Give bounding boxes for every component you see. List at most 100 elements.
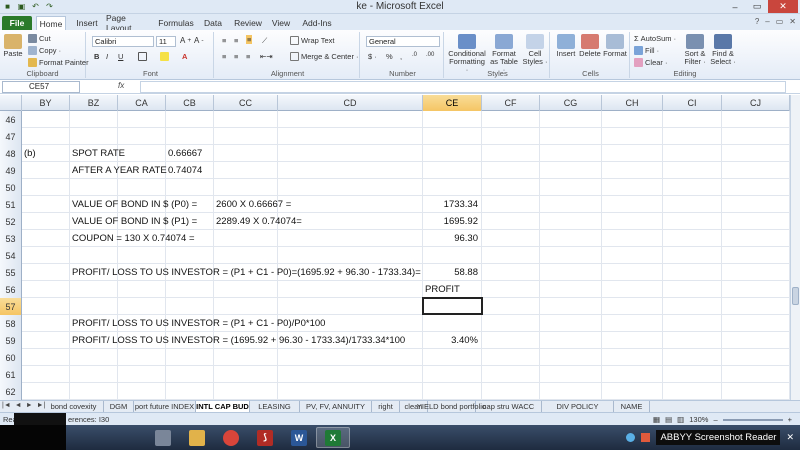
grid-cell[interactable] <box>22 298 70 315</box>
grid-cell[interactable] <box>22 230 70 247</box>
grid-cell[interactable] <box>214 162 278 179</box>
cell-by48[interactable]: (b) <box>24 145 36 162</box>
grid-cell[interactable] <box>423 162 482 179</box>
grid-cell[interactable] <box>722 145 790 162</box>
column-header-ci[interactable]: CI <box>663 95 722 111</box>
conditional-formatting-button[interactable]: Conditional Formatting · <box>448 34 486 74</box>
zoom-in-icon[interactable]: + <box>788 415 792 424</box>
row-header[interactable]: 53 <box>0 230 22 247</box>
grid-cell[interactable] <box>214 111 278 128</box>
grid-cell[interactable] <box>423 111 482 128</box>
grid-cell[interactable] <box>423 315 482 332</box>
grid-cell[interactable] <box>540 247 602 264</box>
grid-cell[interactable] <box>602 366 663 383</box>
tab-home[interactable]: Home <box>36 16 66 30</box>
grid-cell[interactable] <box>423 145 482 162</box>
grid-cell[interactable] <box>602 349 663 366</box>
grid-cell[interactable] <box>423 298 482 315</box>
grid-cell[interactable] <box>166 298 214 315</box>
grid-cell[interactable] <box>70 349 118 366</box>
select-all-corner[interactable] <box>0 95 22 111</box>
grid-cell[interactable] <box>278 145 423 162</box>
cut-button[interactable]: Cut <box>28 34 51 43</box>
grid-cell[interactable] <box>423 247 482 264</box>
grid-cell[interactable] <box>22 264 70 281</box>
grid-cell[interactable] <box>663 179 722 196</box>
grid-cell[interactable] <box>540 298 602 315</box>
grid-cell[interactable] <box>663 196 722 213</box>
grow-font-icon[interactable]: A + <box>180 36 191 45</box>
tray-app-icon[interactable] <box>626 433 636 442</box>
grid-cell[interactable] <box>214 349 278 366</box>
cell-ce51[interactable]: 1733.34 <box>423 196 478 213</box>
sheet-tab[interactable]: bond covexity <box>44 401 104 412</box>
grid-cell[interactable] <box>482 366 540 383</box>
grid-cell[interactable] <box>482 264 540 281</box>
grid-cell[interactable] <box>214 247 278 264</box>
grid-cell[interactable] <box>166 281 214 298</box>
number-format-combo[interactable]: General <box>366 36 440 47</box>
sheet-tab[interactable]: YIELD bond portfolio <box>417 401 486 412</box>
grid-cell[interactable] <box>22 383 70 400</box>
grid-cell[interactable] <box>540 196 602 213</box>
grid-cell[interactable] <box>602 247 663 264</box>
grid-cell[interactable] <box>214 383 278 400</box>
normal-view-icon[interactable]: ▦ <box>653 415 660 424</box>
grid-cell[interactable] <box>602 145 663 162</box>
cell-bz55[interactable]: PROFIT/ LOSS TO US INVESTOR = (P1 + C1 -… <box>72 264 421 281</box>
indent-icon[interactable]: ⇤⇥ <box>260 52 273 61</box>
row-header[interactable]: 47 <box>0 128 22 145</box>
sheet-tab[interactable]: right <box>372 401 400 412</box>
formula-input[interactable] <box>140 81 786 93</box>
cell-ce52[interactable]: 1695.92 <box>423 213 478 230</box>
increase-decimal-icon[interactable]: .0 <box>412 52 417 58</box>
column-header-by[interactable]: BY <box>22 95 70 111</box>
column-header-cb[interactable]: CB <box>166 95 214 111</box>
grid-cell[interactable] <box>166 111 214 128</box>
grid-cell[interactable] <box>278 230 423 247</box>
row-header[interactable]: 50 <box>0 179 22 196</box>
cell-cc52[interactable]: 2289.49 X 0.74074= <box>216 213 302 230</box>
align-middle-icon[interactable]: ≡ <box>234 36 238 45</box>
grid-cell[interactable] <box>22 349 70 366</box>
first-sheet-icon[interactable]: |◄ <box>2 402 11 409</box>
cell-cb49[interactable]: 0.74074 <box>168 162 202 179</box>
cell-bz53[interactable]: COUPON = 130 X 0.74074 = <box>72 230 195 247</box>
fill-color-icon[interactable] <box>160 52 169 61</box>
grid-cell[interactable] <box>166 366 214 383</box>
grid-cell[interactable] <box>482 315 540 332</box>
page-layout-view-icon[interactable]: ▤ <box>665 415 672 424</box>
grid-cell[interactable] <box>166 128 214 145</box>
grid-cell[interactable] <box>482 230 540 247</box>
grid-cell[interactable] <box>602 196 663 213</box>
font-size-combo[interactable]: 11 <box>156 36 176 47</box>
align-top-icon[interactable]: ≡ <box>222 36 226 45</box>
grid-cell[interactable] <box>22 281 70 298</box>
grid-cell[interactable] <box>22 179 70 196</box>
start-button[interactable] <box>0 425 66 450</box>
zoom-level[interactable]: 130% <box>689 415 708 424</box>
column-header-ca[interactable]: CA <box>118 95 166 111</box>
cell-bz48[interactable]: SPOT RATE <box>72 145 125 162</box>
grid-cell[interactable] <box>722 383 790 400</box>
grid-cell[interactable] <box>482 383 540 400</box>
grid-cell[interactable] <box>278 162 423 179</box>
grid-cell[interactable] <box>602 111 663 128</box>
grid-cell[interactable] <box>278 298 423 315</box>
grid-cell[interactable] <box>602 162 663 179</box>
row-header[interactable]: 58 <box>0 315 22 332</box>
grid-cell[interactable] <box>722 264 790 281</box>
grid-cell[interactable] <box>22 196 70 213</box>
grid-cell[interactable] <box>663 247 722 264</box>
maximize-icon[interactable]: ▭ <box>746 0 768 13</box>
grid-cell[interactable] <box>602 179 663 196</box>
column-header-ce[interactable]: CE <box>423 95 482 111</box>
row-header[interactable]: 59 <box>0 332 22 349</box>
help-icon[interactable]: ? <box>755 17 759 26</box>
cell-cc51[interactable]: 2600 X 0.66667 = <box>216 196 291 213</box>
format-painter-button[interactable]: Format Painter <box>28 58 89 67</box>
grid-cell[interactable] <box>166 247 214 264</box>
grid-cell[interactable] <box>540 111 602 128</box>
grid-cell[interactable] <box>602 264 663 281</box>
delete-cells-button[interactable]: Delete <box>578 34 602 58</box>
